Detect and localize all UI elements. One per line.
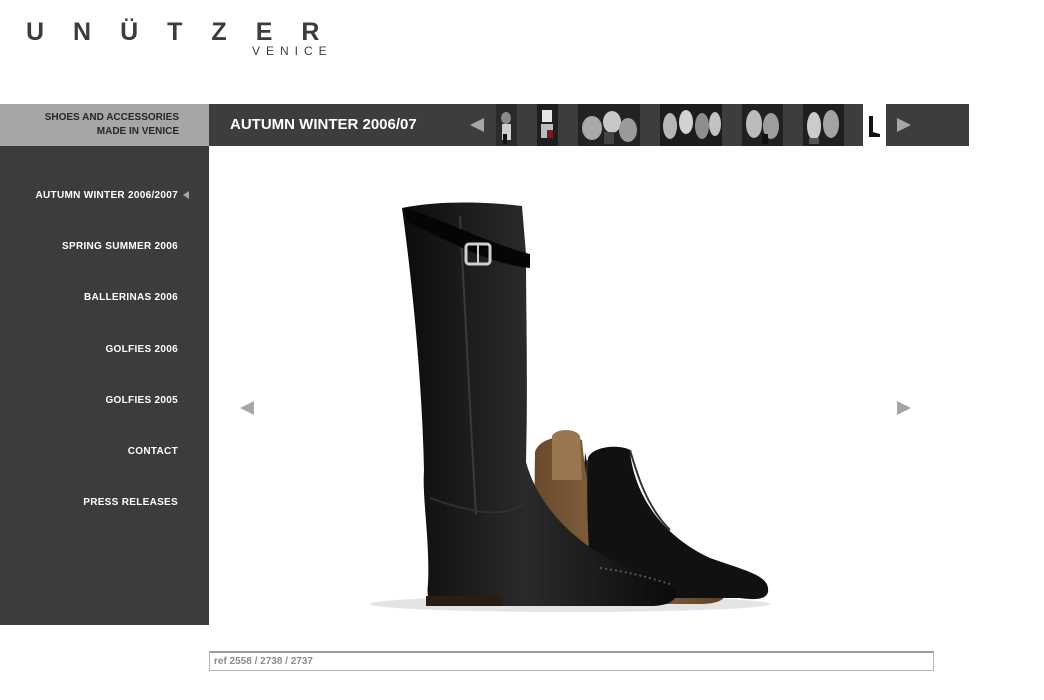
thumbnail-image (660, 104, 722, 146)
tagline: SHOES AND ACCESSORIES MADE IN VENICE (0, 104, 209, 146)
product-ref: ref 2558 / 2738 / 2737 (214, 656, 313, 667)
gallery-title: AUTUMN WINTER 2006/07 (230, 116, 417, 133)
triangle-right-icon (897, 118, 911, 132)
nav-item-spring-summer-2006[interactable]: SPRING SUMMER 2006 (62, 241, 178, 252)
tagline-line-1: SHOES AND ACCESSORIES (44, 112, 179, 123)
photo-prev-button[interactable] (238, 398, 258, 418)
thumbnail-image (803, 104, 844, 146)
thumbnail-2[interactable] (537, 104, 558, 146)
boots-image (370, 202, 770, 612)
thumbnail-6[interactable] (803, 104, 844, 146)
brand-subtitle: VENICE (252, 44, 333, 58)
thumbnail-image (742, 104, 783, 146)
thumbnail-1[interactable] (496, 104, 517, 146)
brand-name: UNÜTZER (26, 18, 349, 46)
nav-item-contact[interactable]: CONTACT (128, 446, 178, 457)
nav-item-ballerinas-2006[interactable]: BALLERINAS 2006 (84, 292, 178, 303)
thumbnail-7[interactable] (863, 103, 886, 147)
product-photo (330, 180, 830, 620)
tagline-line-2: MADE IN VENICE (96, 126, 179, 137)
triangle-right-icon (897, 401, 911, 415)
thumbnail-image (864, 104, 885, 146)
product-ref-bar: ref 2558 / 2738 / 2737 (209, 651, 934, 671)
gallery-bar: AUTUMN WINTER 2006/07 (209, 103, 969, 147)
nav-item-press-releases[interactable]: PRESS RELEASES (83, 497, 178, 508)
thumbnail-image (496, 104, 517, 146)
nav-item-golfies-2005[interactable]: GOLFIES 2005 (105, 395, 178, 406)
triangle-left-icon (240, 401, 254, 415)
thumbnails-next-button[interactable] (893, 115, 913, 135)
thumbnail-image (578, 104, 640, 146)
thumbnail-5[interactable] (742, 104, 783, 146)
photo-next-button[interactable] (893, 398, 913, 418)
sidebar-nav: AUTUMN WINTER 2006/2007 SPRING SUMMER 20… (0, 146, 209, 625)
thumbnail-image (537, 104, 558, 146)
triangle-left-icon (470, 118, 484, 132)
active-marker-icon (183, 191, 189, 200)
nav-item-golfies-2006[interactable]: GOLFIES 2006 (105, 344, 178, 355)
nav-item-autumn-winter-2006-2007[interactable]: AUTUMN WINTER 2006/2007 (35, 190, 189, 201)
thumbnail-3[interactable] (578, 104, 640, 146)
thumbnail-4[interactable] (660, 104, 722, 146)
nav-item-label: AUTUMN WINTER 2006/2007 (35, 190, 178, 201)
brand-logo[interactable]: UNÜTZER VENICE (26, 14, 346, 62)
thumbnails-prev-button[interactable] (468, 115, 488, 135)
